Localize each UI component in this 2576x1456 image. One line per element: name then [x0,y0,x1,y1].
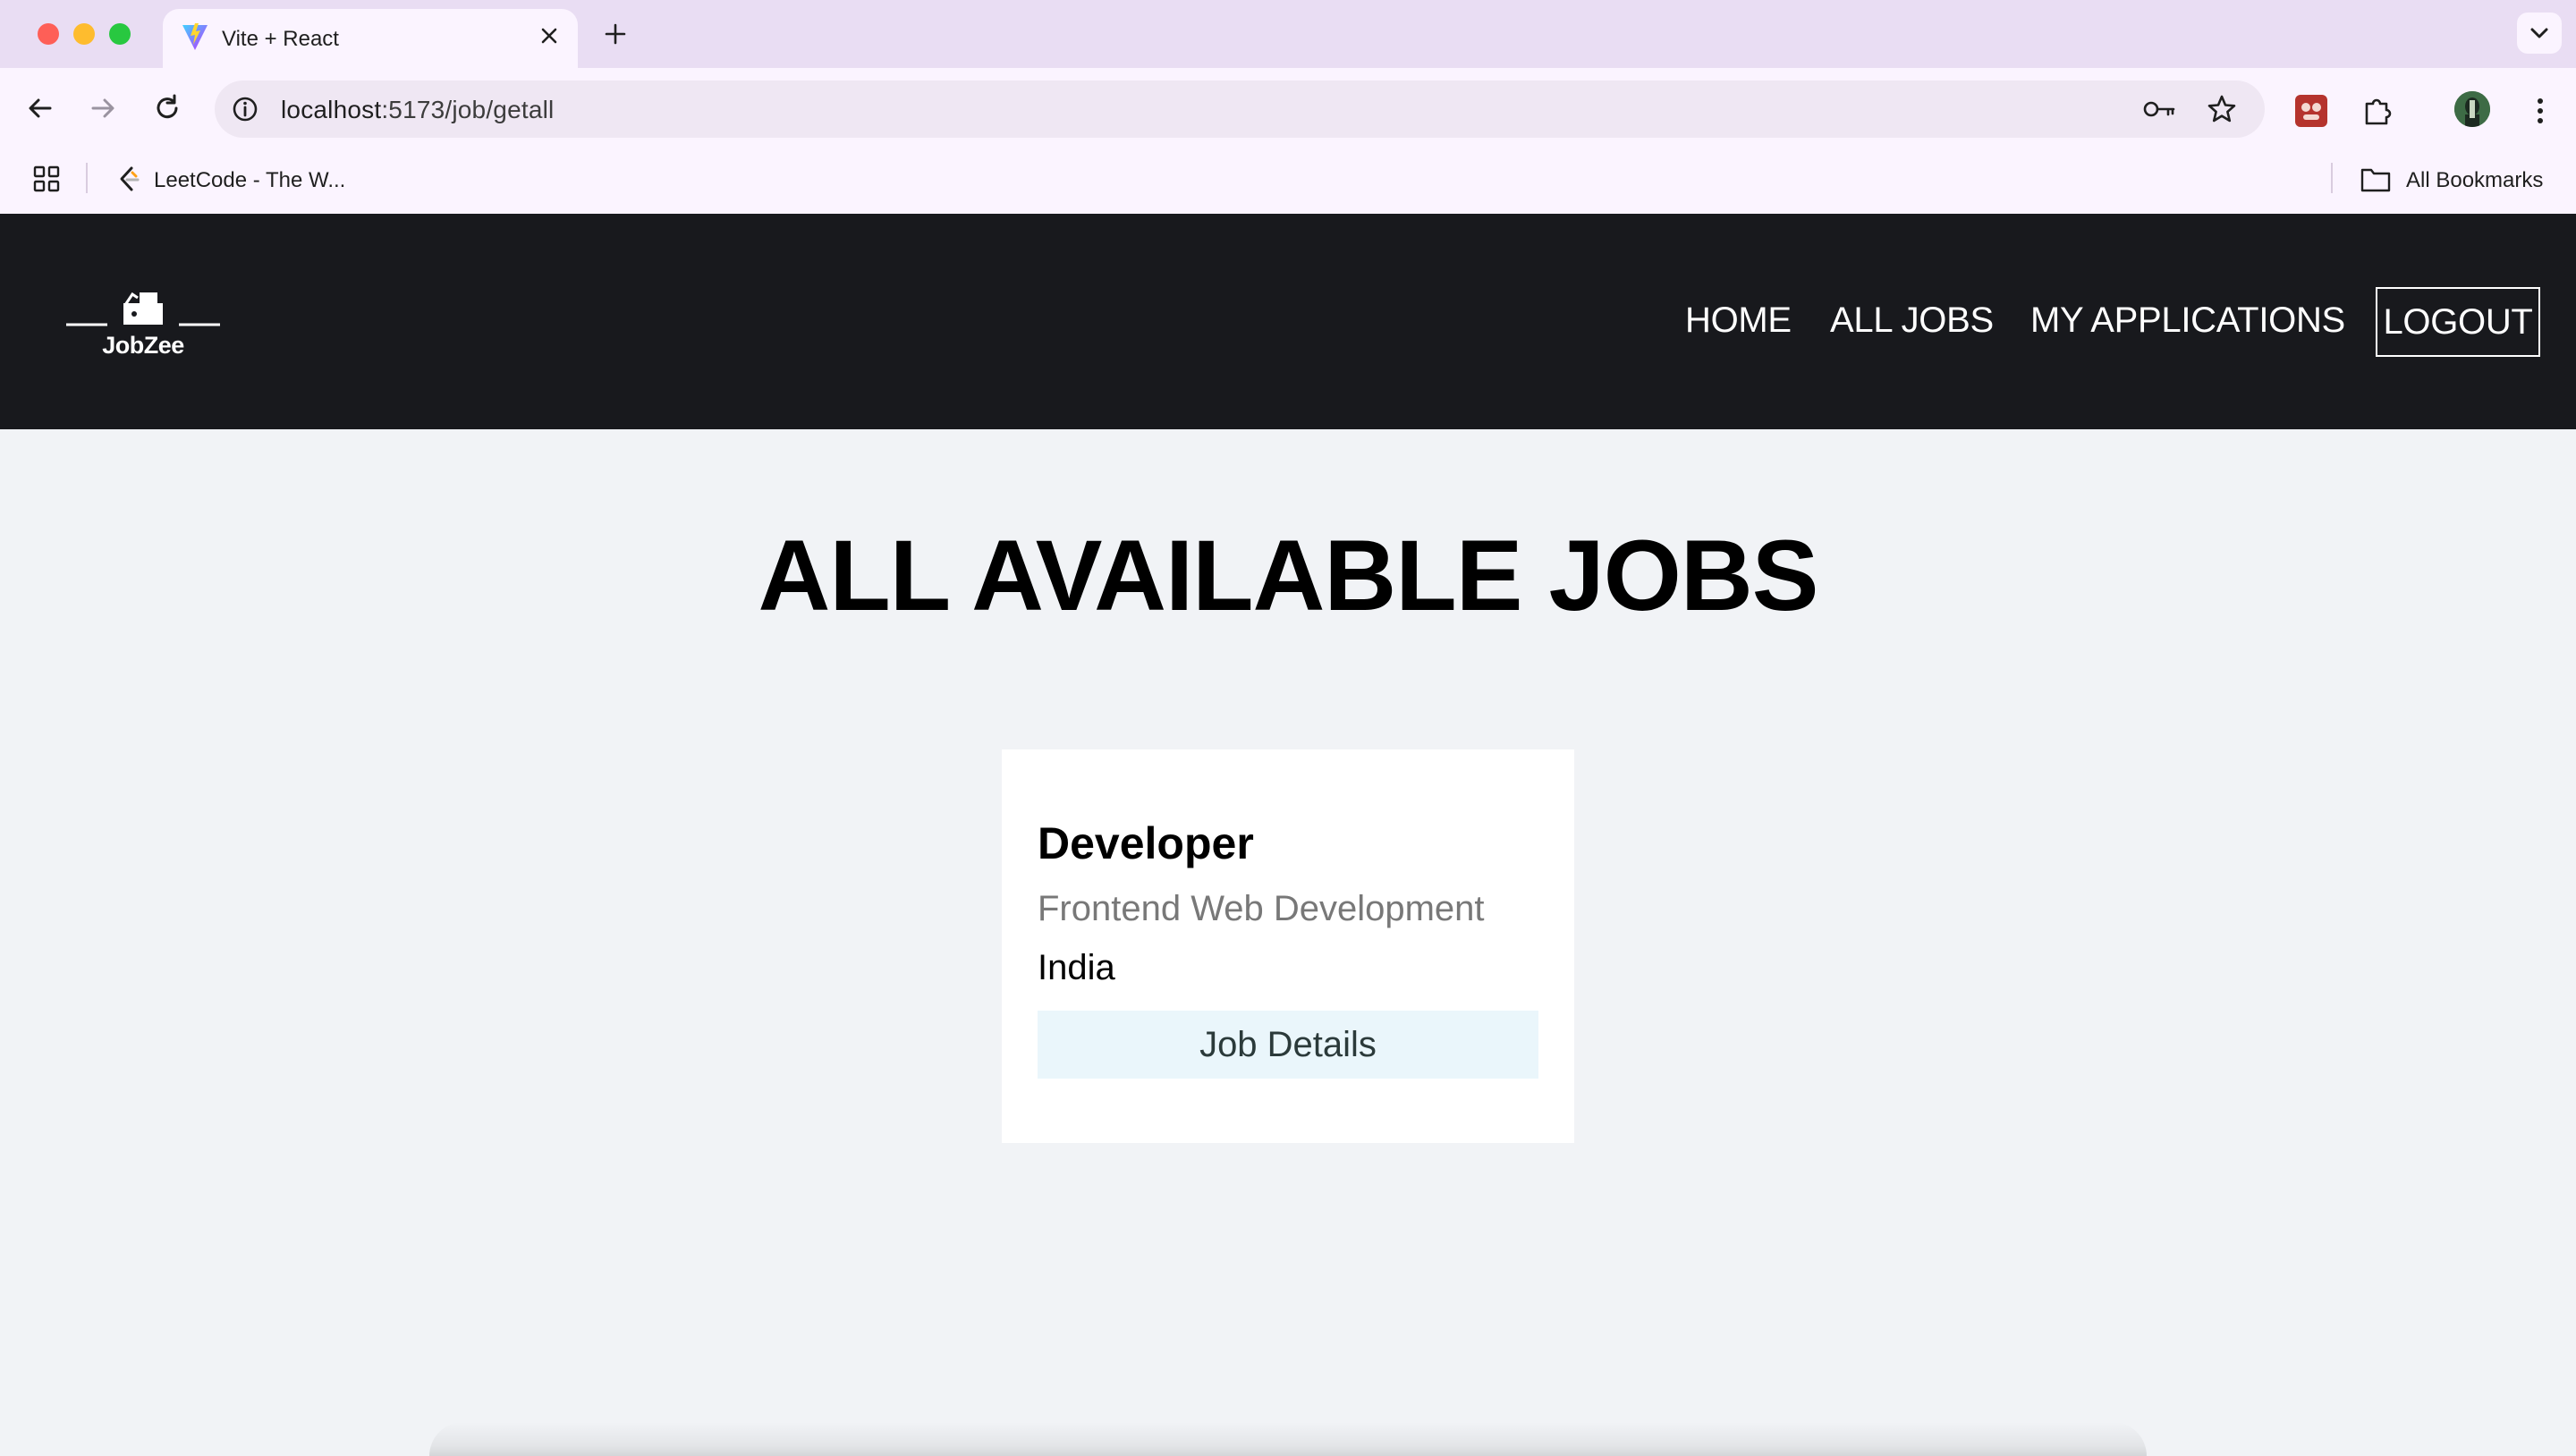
vite-icon [182,23,208,50]
extension-icon-red[interactable] [2295,95,2327,127]
url-path: :5173/job/getall [381,96,555,123]
logo-mark-icon [66,292,220,326]
site-info-icon[interactable] [231,95,259,123]
browser-toolbar: localhost:5173/job/getall [0,68,2576,147]
job-country: India [1038,948,1115,987]
folder-icon [2360,168,2391,192]
apps-grid-icon[interactable] [30,163,63,195]
dock-shadow [429,1422,2147,1456]
nav-all-jobs-link[interactable]: ALL JOBS [1830,301,1994,341]
site-navbar: JobZee HOME ALL JOBS MY APPLICATIONS LOG… [0,214,2576,429]
tab-search-button[interactable] [2517,13,2562,54]
url-host: localhost [281,96,382,123]
tab-title: Vite + React [222,27,339,51]
key-icon[interactable] [2141,95,2177,123]
job-card: Developer Frontend Web Development India… [1002,749,1574,1143]
close-icon[interactable] [535,21,564,50]
logout-button[interactable]: LOGOUT [2376,287,2540,357]
nav-my-applications-link[interactable]: MY APPLICATIONS [2030,301,2345,341]
logo-text: JobZee [102,332,184,359]
window-maximize-button[interactable] [109,23,131,45]
nav-home-link[interactable]: HOME [1685,301,1792,341]
bookmarks-divider [86,163,88,193]
url-text: localhost:5173/job/getall [281,96,554,124]
page-title: ALL AVAILABLE JOBS [758,520,1818,631]
extensions-puzzle-icon[interactable] [2360,93,2395,129]
all-bookmarks-label: All Bookmarks [2406,168,2544,192]
jobzee-logo[interactable]: JobZee [66,285,220,360]
job-details-button[interactable]: Job Details [1038,1011,1538,1079]
new-tab-icon[interactable] [601,20,630,48]
profile-avatar[interactable] [2454,91,2490,127]
profile-picture-icon [2454,91,2490,127]
more-menu-icon[interactable] [2524,93,2556,129]
back-arrow-icon[interactable] [21,89,59,127]
leetcode-icon [120,166,140,191]
bookmark-label: LeetCode - The W... [154,168,346,192]
job-title: Developer [1038,818,1254,868]
extension-glyph-icon [2301,103,2321,120]
window-minimize-button[interactable] [73,23,95,45]
browser-tab-active[interactable]: Vite + React [163,9,578,68]
bookmarks-bar: LeetCode - The W... All Bookmarks [0,147,2576,214]
forward-arrow-icon[interactable] [84,89,122,127]
bookmark-star-icon[interactable] [2206,93,2238,125]
browser-tab-strip: Vite + React [0,0,2576,68]
window-close-button[interactable] [38,23,59,45]
job-category: Frontend Web Development [1038,889,1485,928]
bookmarks-divider [2331,163,2333,193]
address-bar[interactable]: localhost:5173/job/getall [215,80,2265,138]
chevron-down-icon [2530,28,2548,38]
reload-icon[interactable] [148,89,186,127]
